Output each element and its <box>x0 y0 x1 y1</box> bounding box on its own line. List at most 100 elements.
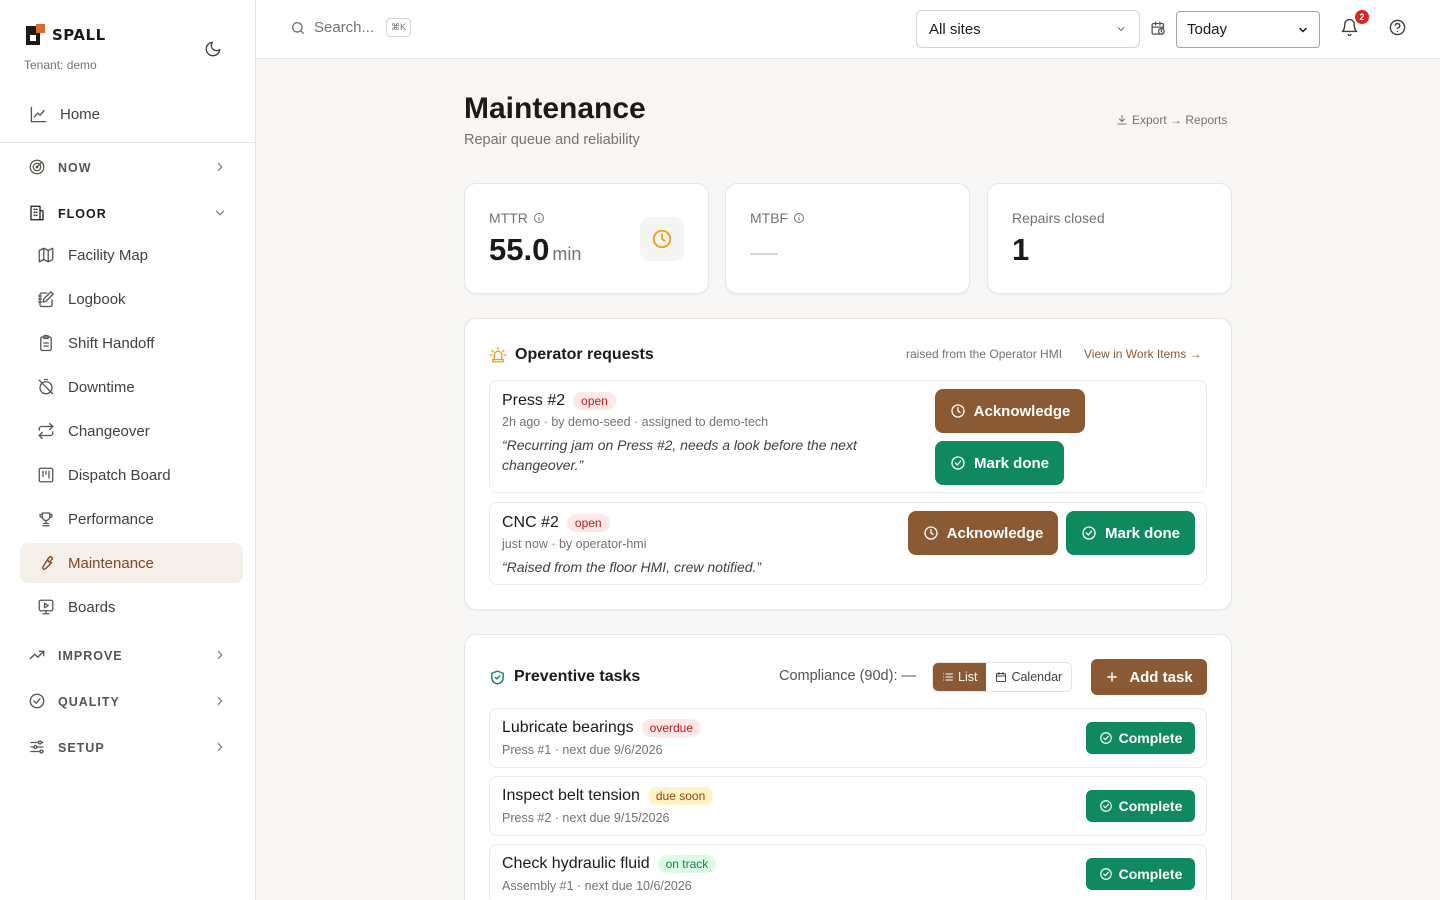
nav-section-quality-label: QUALITY <box>58 695 120 709</box>
top-bar: Search... ⌘K All sites Today 2 <box>256 0 1440 59</box>
sliders-icon <box>28 738 46 759</box>
clock-icon <box>923 526 938 540</box>
sidebar-item-label: Maintenance <box>68 554 154 572</box>
acknowledge-button[interactable]: Acknowledge <box>935 389 1085 433</box>
kpi-label-text: MTTR <box>489 210 528 226</box>
map-icon <box>36 245 56 265</box>
export-reports-link[interactable]: Export → Reports <box>1116 113 1227 127</box>
acknowledge-button[interactable]: Acknowledge <box>908 511 1058 555</box>
kpi-label-text: MTBF <box>750 210 789 226</box>
card-title-text: Operator requests <box>515 346 654 363</box>
nav-section-quality[interactable]: QUALITY <box>20 684 243 720</box>
nav-section-now[interactable]: NOW <box>20 150 243 186</box>
sidebar-item-performance[interactable]: Performance <box>20 499 243 539</box>
theme-toggle-button[interactable] <box>202 38 224 60</box>
site-select-value: All sites <box>929 20 981 38</box>
status-badge: open <box>566 514 610 532</box>
sidebar-item-boards[interactable]: Boards <box>20 587 243 627</box>
presentation-icon <box>36 597 56 617</box>
sidebar-item-changeover[interactable]: Changeover <box>20 411 243 451</box>
nav-section-improve[interactable]: IMPROVE <box>20 638 243 674</box>
view-calendar-button[interactable]: Calendar <box>986 663 1071 691</box>
mark-done-button[interactable]: Mark done <box>1066 511 1195 555</box>
chevron-right-icon <box>217 696 223 706</box>
kpi-label: MTBF <box>750 210 805 226</box>
plus-icon <box>1107 672 1118 682</box>
notification-count-badge: 2 <box>1355 10 1369 24</box>
request-meta: just now · by operator-hmi <box>502 537 647 551</box>
help-button[interactable] <box>1388 18 1407 42</box>
chevron-right-icon <box>217 742 223 752</box>
sidebar-item-dispatch-board[interactable]: Dispatch Board <box>20 455 243 495</box>
card-title: Preventive tasks <box>489 668 640 686</box>
kpi-label: MTTR <box>489 210 545 226</box>
request-row: Press #2 open 2h ago · by demo-seed · as… <box>489 380 1207 493</box>
calendar-clock-icon <box>1150 20 1167 42</box>
page-subtitle: Repair queue and reliability <box>464 132 640 148</box>
sidebar-item-label: Performance <box>68 510 154 528</box>
date-range-select[interactable]: Today <box>1176 11 1320 48</box>
request-machine: Press #2 <box>502 392 566 409</box>
task-row: Lubricate bearings overdue Press #1 · ne… <box>489 708 1207 768</box>
add-task-button[interactable]: Add task <box>1091 659 1207 695</box>
nav-section-improve-label: IMPROVE <box>58 649 123 663</box>
radar-icon <box>28 158 46 179</box>
mark-done-button[interactable]: Mark done <box>935 441 1064 485</box>
nav-home[interactable]: Home <box>20 94 243 134</box>
help-circle-icon <box>1389 19 1406 36</box>
complete-button[interactable]: Complete <box>1086 790 1195 822</box>
sidebar-item-maintenance[interactable]: Maintenance <box>20 543 243 583</box>
brand-logo[interactable]: SPALL <box>26 24 106 45</box>
kpi-value: 1 <box>1012 232 1030 267</box>
timer-off-icon <box>36 377 56 397</box>
sidebar-item-shift-handoff[interactable]: Shift Handoff <box>20 323 243 363</box>
task-name: Check hydraulic fluid <box>502 855 650 872</box>
kpi-value-empty: — <box>750 236 778 267</box>
complete-button[interactable]: Complete <box>1086 858 1195 890</box>
nav-section-floor[interactable]: FLOOR <box>20 196 243 232</box>
nav-home-label: Home <box>60 105 101 123</box>
search-placeholder: Search... <box>314 19 375 36</box>
kpi-card-mtbf: MTBF — <box>725 183 970 294</box>
preventive-tasks-card: Preventive tasks Compliance (90d): — Lis… <box>464 634 1232 900</box>
view-work-items-link[interactable]: View in Work Items → <box>1084 347 1202 361</box>
sidebar-item-facility-map[interactable]: Facility Map <box>20 235 243 275</box>
kanban-icon <box>36 465 56 485</box>
date-range-value: Today <box>1187 21 1228 38</box>
search-shortcut-badge: ⌘K <box>386 18 412 37</box>
kpi-card-mttr: MTTR 55.0 min <box>464 183 709 294</box>
button-label: Complete <box>1118 866 1183 882</box>
wrench-icon <box>36 553 56 573</box>
nav-section-setup-label: SETUP <box>58 741 105 755</box>
sidebar: SPALL Tenant: demo Home NOW FLOOR Facili… <box>0 0 256 900</box>
view-list-button[interactable]: List <box>933 663 987 691</box>
chart-icon <box>28 104 48 124</box>
sidebar-item-label: Downtime <box>68 378 135 396</box>
nav-section-setup[interactable]: SETUP <box>20 730 243 766</box>
kpi-unit: min <box>552 244 582 264</box>
search-input[interactable]: Search... ⌘K <box>290 18 412 37</box>
chevron-down-icon <box>1117 27 1125 32</box>
sidebar-item-logbook[interactable]: Logbook <box>20 279 243 319</box>
logo-mark-icon <box>26 24 46 45</box>
sidebar-item-downtime[interactable]: Downtime <box>20 367 243 407</box>
repeat-icon <box>36 421 56 441</box>
view-list-label: List <box>958 670 978 684</box>
sidebar-item-label: Boards <box>68 598 116 616</box>
button-label: Mark done <box>1104 524 1180 542</box>
task-meta: Press #2 · next due 9/15/2026 <box>502 811 670 825</box>
button-label: Acknowledge <box>973 402 1071 420</box>
check-circle-icon <box>28 692 46 713</box>
task-name: Lubricate bearings <box>502 719 634 736</box>
trophy-icon <box>36 509 56 529</box>
task-title: Check hydraulic fluid on track <box>502 855 717 873</box>
info-icon <box>533 213 544 223</box>
clock-icon <box>640 217 684 261</box>
chevron-down-icon <box>215 210 225 216</box>
complete-button[interactable]: Complete <box>1086 722 1195 754</box>
sidebar-item-label: Changeover <box>68 422 150 440</box>
site-select[interactable]: All sites <box>916 10 1140 48</box>
kpi-value-number: 55.0 <box>489 232 550 267</box>
siren-icon <box>489 346 507 363</box>
sidebar-item-label: Facility Map <box>68 246 149 264</box>
